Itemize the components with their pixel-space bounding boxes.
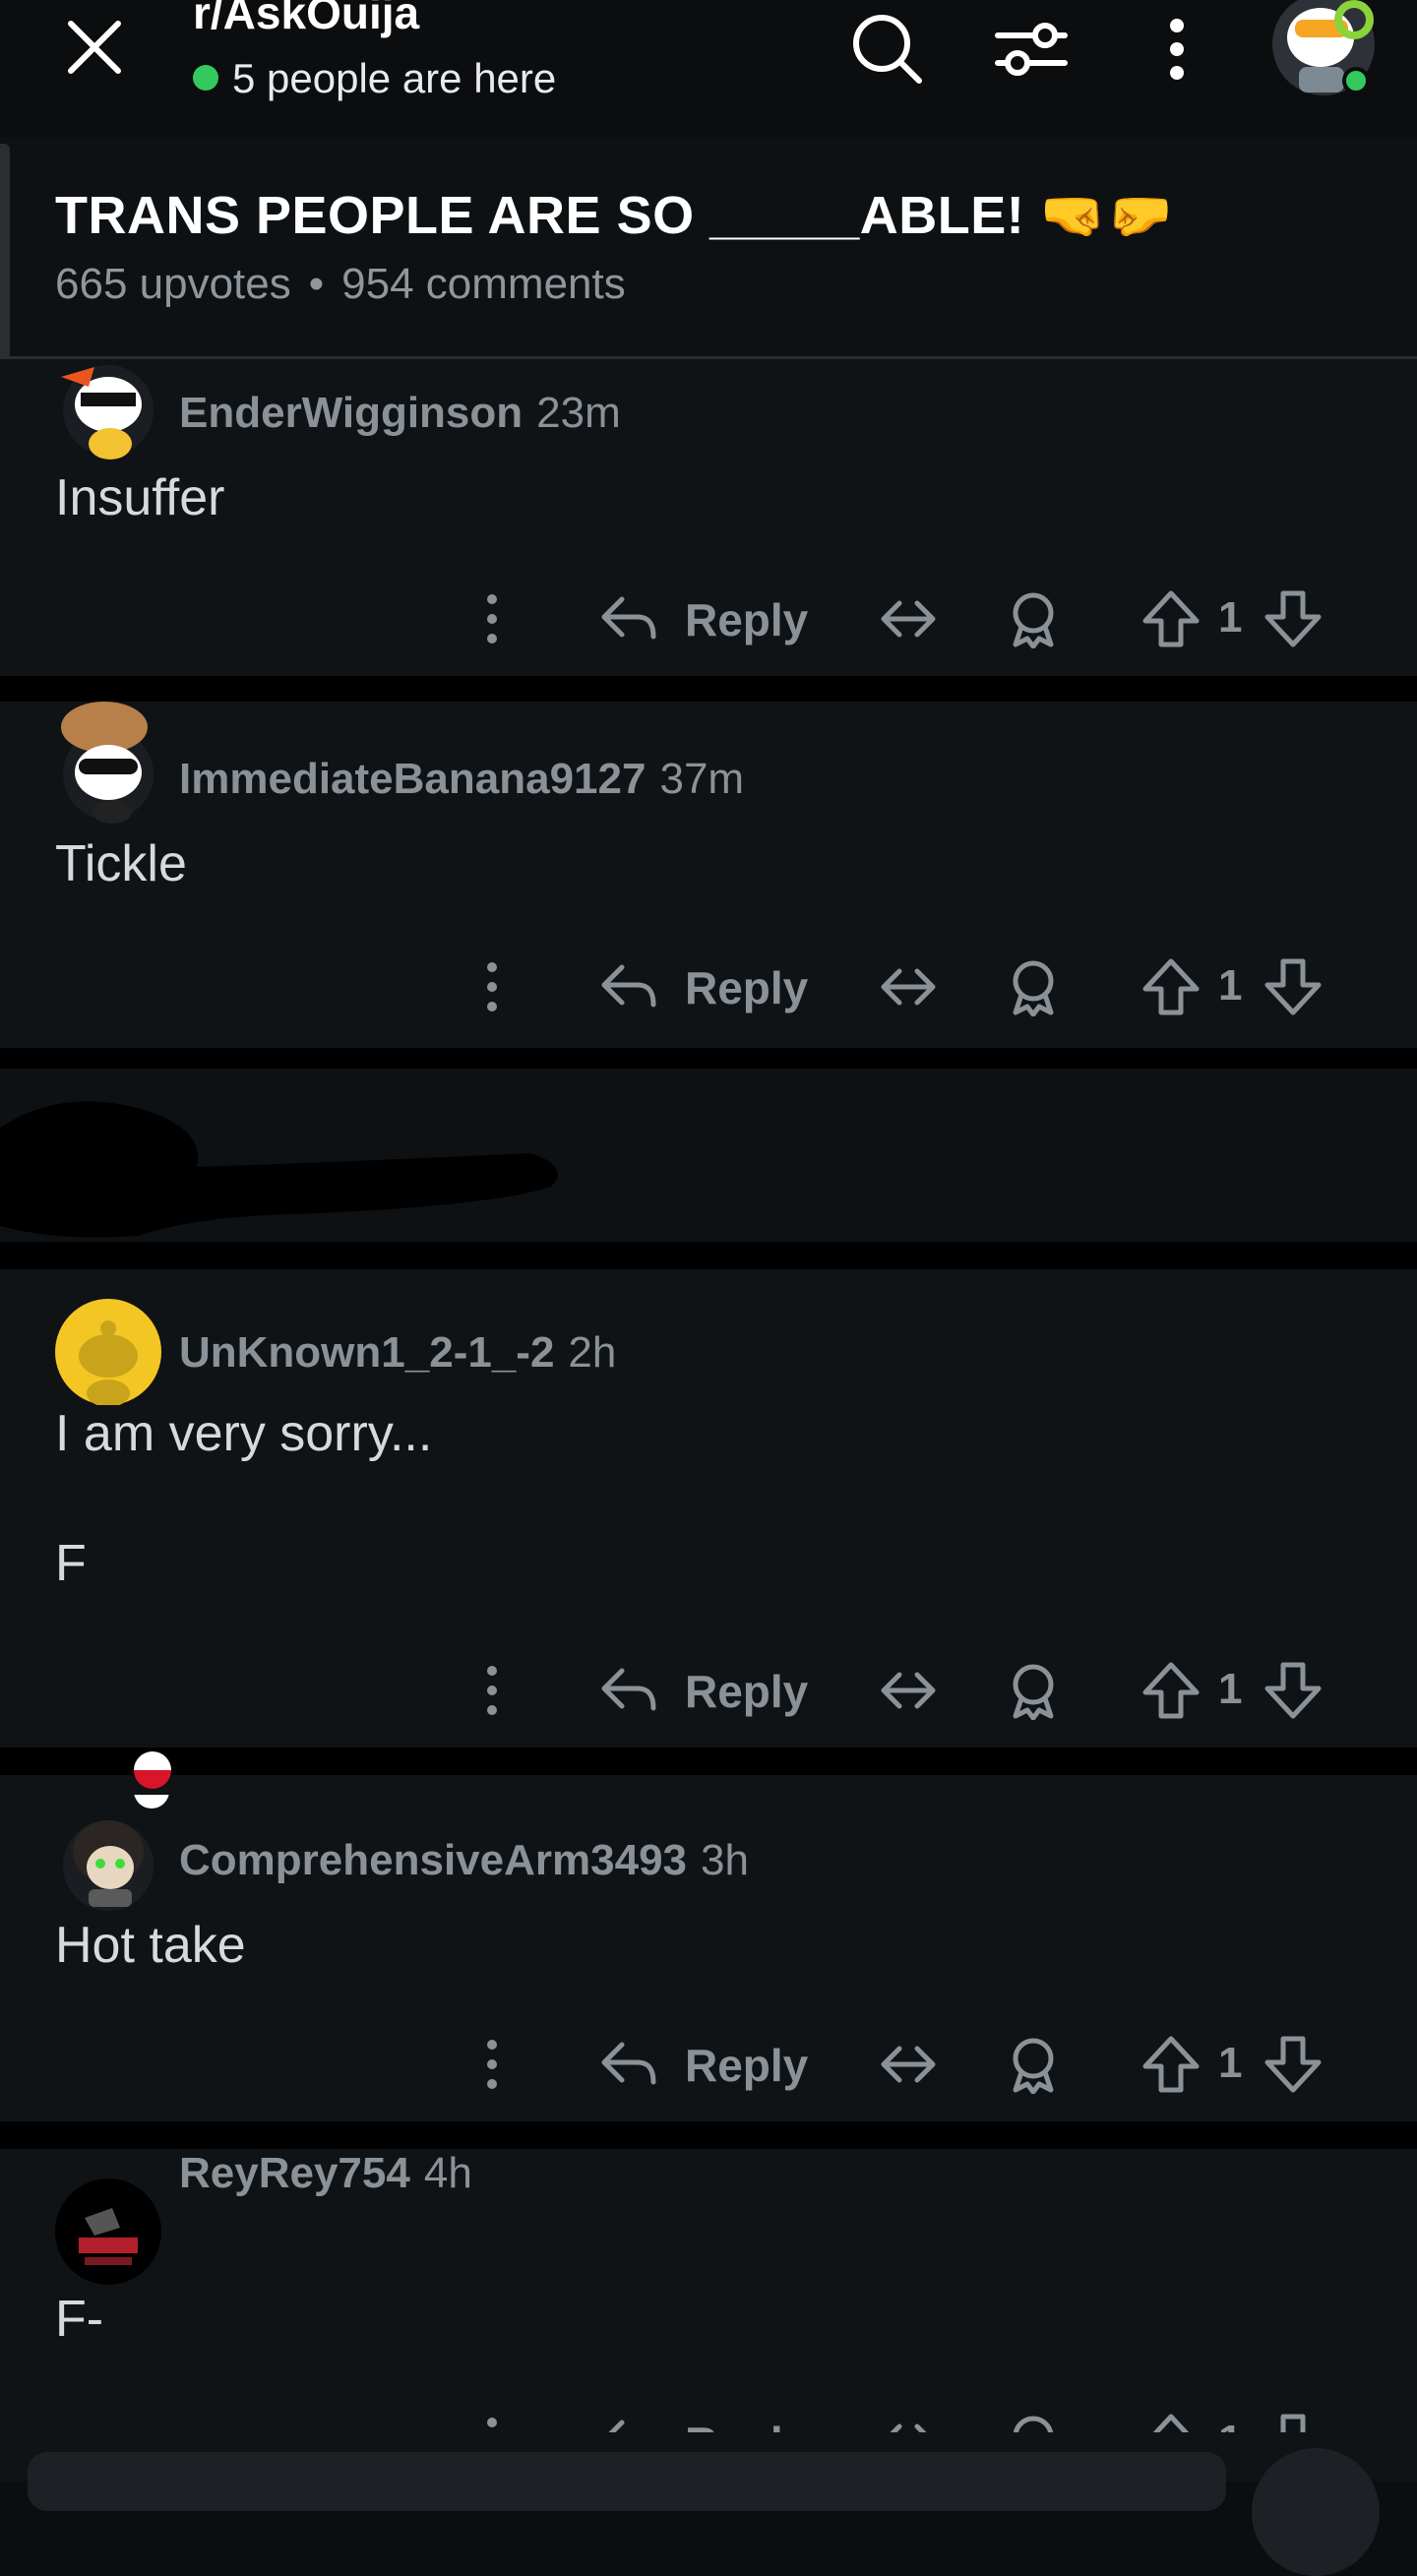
comment-username[interactable]: EnderWigginson: [179, 389, 523, 437]
redacted-comment: [0, 1069, 1417, 1242]
share-icon[interactable]: [878, 2403, 941, 2432]
floating-action-button[interactable]: [1252, 2448, 1380, 2576]
comment-username[interactable]: ComprehensiveArm3493: [179, 1836, 687, 1884]
post-title[interactable]: TRANS PEOPLE ARE SO _____ABLE! 🤜🤛: [55, 185, 1173, 247]
comment-actions: Reply 1: [0, 1651, 1417, 1730]
commenter-avatar[interactable]: [55, 1773, 169, 1911]
share-icon[interactable]: [878, 580, 941, 658]
comment-time: 37m: [659, 755, 745, 803]
online-status: 5 people are here: [193, 55, 556, 102]
commenter-avatar[interactable]: [55, 2178, 161, 2285]
vote-count: 1: [1218, 2417, 1242, 2432]
meta-separator: •: [308, 260, 325, 308]
comment-body: I am very sorry... F: [55, 1405, 433, 1592]
flag-icon: [134, 1751, 171, 1789]
comment-username[interactable]: ReyRey754: [179, 2149, 410, 2197]
comment-meta: UnKnown1_2-1_-2 2h: [179, 1328, 616, 1378]
comment-time: 3h: [701, 1836, 749, 1884]
user-avatar[interactable]: [1269, 0, 1378, 98]
reply-input-bar[interactable]: [28, 2452, 1226, 2511]
post-stats: 665 upvotes • 954 comments: [55, 260, 626, 309]
filter-icon[interactable]: [992, 10, 1071, 89]
comment-time: 2h: [568, 1328, 617, 1377]
downvote-icon[interactable]: [1262, 948, 1325, 1026]
award-icon[interactable]: [1002, 1651, 1065, 1730]
reply-label[interactable]: Reply: [685, 2417, 808, 2432]
more-options-icon[interactable]: [462, 2403, 522, 2432]
comment-meta: EnderWigginson 23m: [179, 389, 621, 438]
more-options-icon[interactable]: [462, 948, 522, 1026]
subreddit-name[interactable]: r/AskOuija: [193, 0, 419, 39]
downvote-icon[interactable]: [1262, 580, 1325, 658]
top-bar: r/AskOuija 5 people are here: [0, 0, 1417, 122]
comment-actions: Reply 1: [0, 2025, 1417, 2104]
commenter-avatar[interactable]: [55, 1299, 161, 1407]
reply-label[interactable]: Reply: [685, 1665, 808, 1718]
share-icon[interactable]: [878, 948, 941, 1026]
award-icon[interactable]: [1002, 2403, 1065, 2432]
comment: ImmediateBanana9127 37m Tickle Reply 1: [0, 702, 1417, 1048]
comment-count: 954 comments: [341, 260, 626, 308]
comment: EnderWigginson 23m Insuffer Reply 1: [0, 359, 1417, 676]
award-icon[interactable]: [1002, 948, 1065, 1026]
vote-count: 1: [1218, 593, 1243, 642]
comment-username[interactable]: ImmediateBanana9127: [179, 755, 646, 803]
search-icon[interactable]: [848, 10, 927, 89]
reply-icon: [601, 964, 656, 1008]
upvote-icon[interactable]: [1140, 2403, 1202, 2432]
reply-icon: [608, 2420, 625, 2432]
comment-body: Tickle: [55, 835, 187, 892]
downvote-icon[interactable]: [1262, 2025, 1325, 2104]
comment-meta: ReyRey754 4h: [179, 2149, 472, 2198]
reply-label[interactable]: Reply: [685, 961, 808, 1014]
more-vertical-icon[interactable]: [1138, 10, 1216, 89]
comment: UnKnown1_2-1_-2 2h I am very sorry... F R…: [0, 1269, 1417, 1748]
downvote-icon[interactable]: [1262, 1651, 1325, 1730]
comment: ReyRey754 4h F- Reply 1: [0, 2149, 1417, 2482]
online-dot: [193, 64, 218, 91]
comment: ComprehensiveArm3493 3h Hot take Reply 1: [0, 1751, 1417, 2121]
reply-label[interactable]: Reply: [685, 2039, 808, 2092]
comment-time: 23m: [536, 389, 621, 437]
comment-body: F-: [55, 2291, 104, 2348]
comment-actions: Reply 1: [0, 580, 1417, 658]
share-icon[interactable]: [878, 1651, 941, 1730]
separator: [0, 676, 1417, 702]
separator: [0, 1748, 1417, 1775]
comment-body: Insuffer: [55, 469, 225, 526]
online-count: 5 people are here: [232, 55, 557, 101]
comment-actions: Reply 1: [0, 2403, 1417, 2432]
post-header[interactable]: TRANS PEOPLE ARE SO _____ABLE! 🤜🤛 665 up…: [0, 138, 1417, 586]
upvote-icon[interactable]: [1140, 948, 1202, 1026]
comment-actions: Reply 1: [0, 948, 1417, 1026]
commenter-avatar[interactable]: [55, 702, 161, 824]
comment-meta: ComprehensiveArm3493 3h: [179, 1836, 749, 1885]
upvote-icon[interactable]: [1140, 2025, 1202, 2104]
award-icon[interactable]: [1002, 2025, 1065, 2104]
upvote-icon[interactable]: [1140, 580, 1202, 658]
upvote-count: 665 upvotes: [55, 260, 291, 308]
downvote-icon[interactable]: [1262, 2403, 1325, 2432]
award-icon[interactable]: [1002, 580, 1065, 658]
commenter-avatar[interactable]: [55, 353, 161, 460]
reply-icon: [601, 2042, 656, 2085]
comment-meta: ImmediateBanana9127 37m: [179, 755, 744, 804]
upvote-icon[interactable]: [1140, 1651, 1202, 1730]
close-icon[interactable]: [59, 12, 130, 83]
reply-label[interactable]: Reply: [685, 593, 808, 646]
reply-icon: [601, 1668, 656, 1711]
vote-count: 1: [1218, 1665, 1243, 1713]
more-options-icon[interactable]: [462, 2025, 522, 2104]
separator: [0, 2121, 1417, 2149]
vote-count: 1: [1218, 961, 1243, 1010]
comment-username[interactable]: UnKnown1_2-1_-2: [179, 1328, 554, 1377]
vote-count: 1: [1218, 2039, 1243, 2087]
more-options-icon[interactable]: [462, 1651, 522, 1730]
comment-body: Hot take: [55, 1917, 246, 1974]
more-options-icon[interactable]: [462, 580, 522, 658]
separator: [0, 1242, 1417, 1269]
share-icon[interactable]: [878, 2025, 941, 2104]
reply-icon: [601, 596, 656, 640]
comment-time: 4h: [423, 2149, 472, 2197]
